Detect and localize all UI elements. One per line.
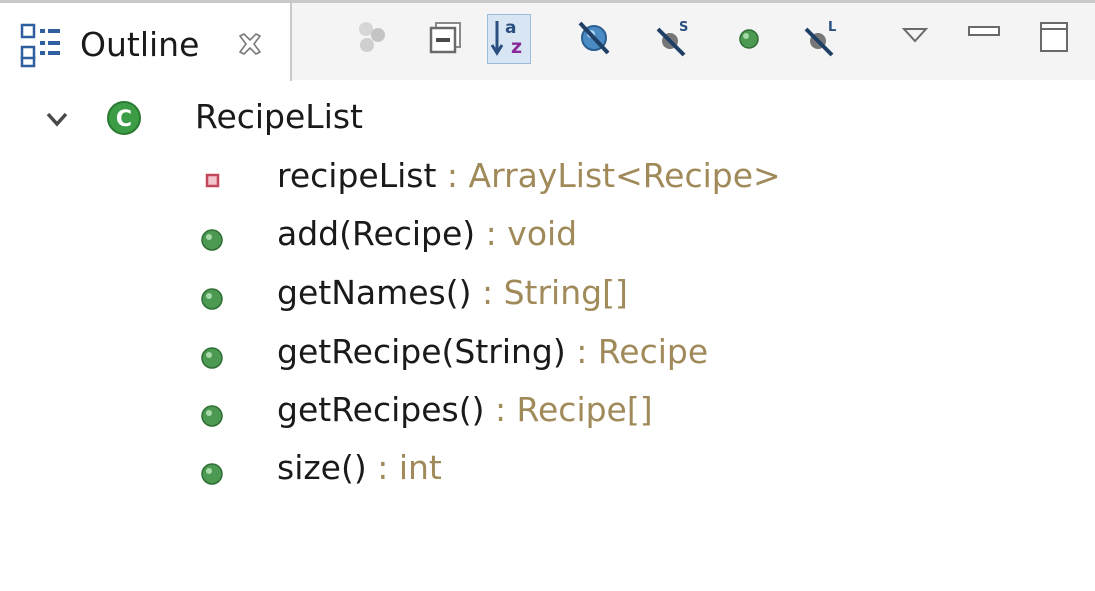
hide-local-types-icon: L <box>802 17 842 61</box>
view-menu-icon <box>895 17 935 61</box>
member-label: getRecipe(String) : Recipe <box>277 332 708 372</box>
public-method-icon <box>200 287 224 311</box>
maximize-button[interactable] <box>1032 14 1076 64</box>
member-name: size() <box>277 448 367 487</box>
focus-active-task-icon <box>352 17 392 61</box>
member-type: : Recipe[] <box>484 390 653 429</box>
outline-tree: C RecipeList recipeList : ArrayList<Reci… <box>0 80 1095 591</box>
tree-item-method[interactable]: add(Recipe) : void <box>0 206 1095 264</box>
tree-item-field[interactable]: recipeList : ArrayList<Recipe> <box>0 148 1095 206</box>
member-label: getNames() : String[] <box>277 273 628 313</box>
member-type: : Recipe <box>565 332 709 371</box>
svg-text:a: a <box>505 18 516 38</box>
tree-item-method[interactable]: getRecipe(String) : Recipe <box>0 324 1095 382</box>
outline-tab[interactable]: Outline <box>0 0 292 81</box>
hide-local-types-button[interactable]: L <box>800 14 844 64</box>
close-x-icon[interactable] <box>234 28 266 60</box>
member-type: : void <box>475 214 578 253</box>
maximize-icon <box>1034 17 1074 61</box>
svg-text:z: z <box>511 36 522 58</box>
member-label: add(Recipe) : void <box>277 214 577 254</box>
hide-fields-icon <box>574 17 614 61</box>
public-method-icon <box>200 346 224 370</box>
member-label: size() : int <box>277 448 442 488</box>
public-class-icon: C <box>106 100 142 136</box>
hide-non-public-members-icon <box>729 17 769 61</box>
member-label: recipeList : ArrayList<Recipe> <box>277 156 781 196</box>
svg-text:L: L <box>828 20 836 35</box>
member-type: : ArrayList<Recipe> <box>436 156 781 195</box>
view-menu-button[interactable] <box>893 14 937 64</box>
member-name: getNames() <box>277 273 472 312</box>
tree-item-method[interactable]: getNames() : String[] <box>0 265 1095 323</box>
member-type: : int <box>366 448 442 487</box>
minimize-icon <box>964 17 1004 61</box>
hide-non-public-members-button[interactable] <box>727 14 771 64</box>
member-name: recipeList <box>277 156 437 195</box>
public-method-icon <box>200 404 224 428</box>
collapse-all-icon <box>426 17 466 61</box>
sort-alphabetically-icon: a z <box>489 15 529 63</box>
minimize-button[interactable] <box>962 14 1006 64</box>
focus-active-task-button[interactable] <box>350 14 394 64</box>
svg-text:S: S <box>679 20 688 35</box>
member-label: getRecipes() : Recipe[] <box>277 390 653 430</box>
member-name: getRecipes() <box>277 390 485 429</box>
chevron-down-icon[interactable] <box>44 106 70 132</box>
class-name: RecipeList <box>195 97 363 136</box>
collapse-all-button[interactable] <box>424 14 468 64</box>
public-method-icon <box>200 462 224 486</box>
member-name: add(Recipe) <box>277 214 476 253</box>
member-name: getRecipe(String) <box>277 332 566 371</box>
tree-root-recipelist[interactable]: C RecipeList <box>0 88 1095 146</box>
public-method-icon <box>200 228 224 252</box>
private-field-icon <box>200 168 224 192</box>
hide-static-members-button[interactable]: S <box>652 14 696 64</box>
tree-item-method[interactable]: getRecipes() : Recipe[] <box>0 382 1095 440</box>
sort-alphabetically-button[interactable]: a z <box>487 14 531 64</box>
hide-static-members-icon: S <box>654 17 694 61</box>
view-title: Outline <box>80 25 200 64</box>
svg-text:C: C <box>116 107 132 132</box>
outline-view-icon <box>18 21 66 69</box>
hide-fields-button[interactable] <box>572 14 616 64</box>
member-type: : String[] <box>471 273 628 312</box>
tree-item-method[interactable]: size() : int <box>0 440 1095 498</box>
